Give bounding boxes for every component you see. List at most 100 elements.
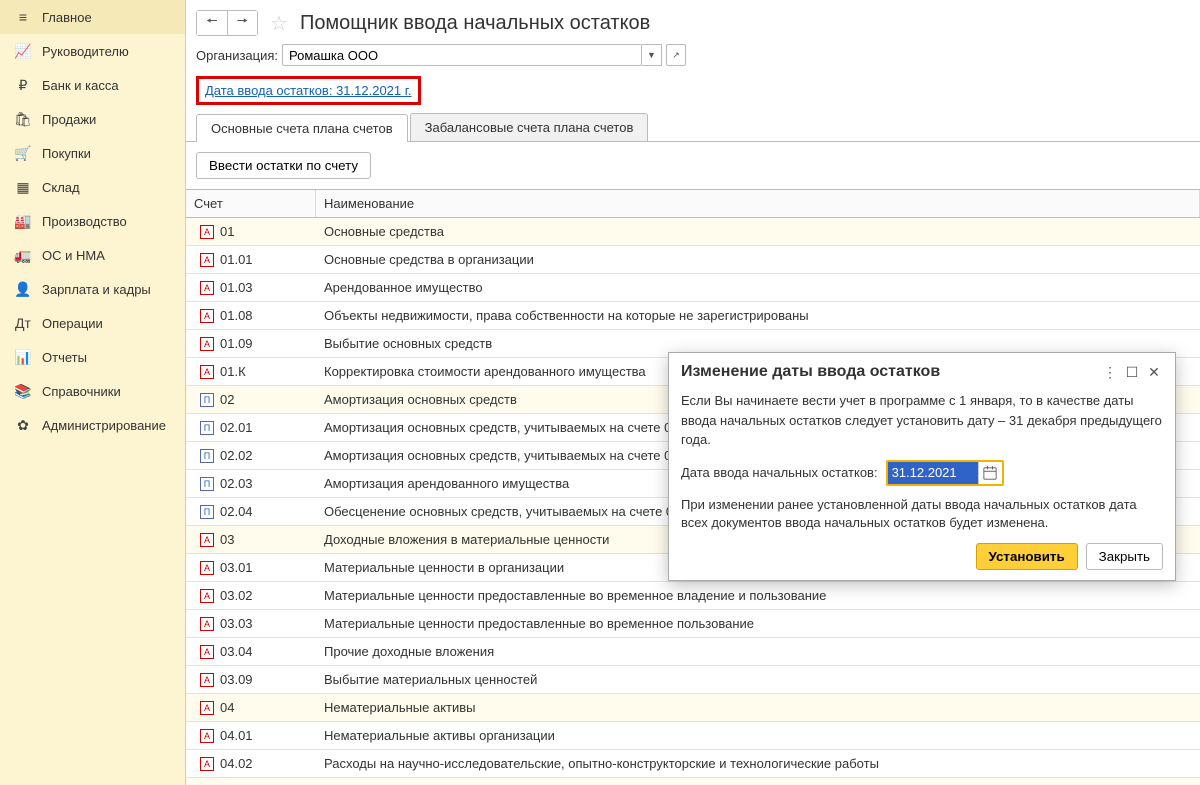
account-name: Нематериальные активы организации xyxy=(316,728,1200,743)
person-icon: 👤 xyxy=(14,281,32,297)
forward-button[interactable]: 🠖 xyxy=(227,11,257,35)
dialog-more-icon[interactable]: ⋮ xyxy=(1099,361,1121,383)
account-type-icon: А xyxy=(200,561,214,575)
sidebar-item-3[interactable]: 🛍 Продажи xyxy=(0,102,185,136)
chart-icon: 📈 xyxy=(14,43,32,59)
organization-open-button[interactable]: ↗ xyxy=(666,44,686,66)
nav-buttons: 🠔 🠖 xyxy=(196,10,258,36)
tab-0[interactable]: Основные счета плана счетов xyxy=(196,114,408,142)
sidebar-item-6[interactable]: 🏭Производство xyxy=(0,204,185,238)
back-button[interactable]: 🠔 xyxy=(197,11,227,35)
header-account[interactable]: Счет xyxy=(186,190,316,217)
organization-dropdown-button[interactable]: ▼ xyxy=(642,44,662,66)
menu-icon: ≡ xyxy=(14,9,32,25)
account-type-icon: П xyxy=(200,505,214,519)
table-row[interactable]: А04.01Нематериальные активы организации xyxy=(186,722,1200,750)
sidebar-item-12[interactable]: ✿Администрирование xyxy=(0,408,185,442)
enter-balances-button[interactable]: Ввести остатки по счету xyxy=(196,152,371,179)
sidebar-item-1[interactable]: 📈 Руководителю xyxy=(0,34,185,68)
table-row[interactable]: А03.03Материальные ценности предоставлен… xyxy=(186,610,1200,638)
sidebar-item-2[interactable]: ₽Банк и касса xyxy=(0,68,185,102)
account-cell: А04.02 xyxy=(186,756,316,771)
account-cell: П02 xyxy=(186,392,316,407)
account-number: 04 xyxy=(220,700,234,715)
account-cell: А01.03 xyxy=(186,280,316,295)
table-row[interactable]: А01.01Основные средства в организации xyxy=(186,246,1200,274)
table-row[interactable]: А01.08Объекты недвижимости, права собств… xyxy=(186,302,1200,330)
account-cell: П02.01 xyxy=(186,420,316,435)
sidebar-item-9[interactable]: ДтОперации xyxy=(0,306,185,340)
close-button[interactable]: Закрыть xyxy=(1086,543,1163,570)
sidebar-item-label: Руководителю xyxy=(42,44,129,59)
table-row[interactable]: А03.09Выбытие материальных ценностей xyxy=(186,666,1200,694)
account-type-icon: А xyxy=(200,533,214,547)
sidebar-item-4[interactable]: 🛒Покупки xyxy=(0,136,185,170)
sidebar-item-11[interactable]: 📚 Справочники xyxy=(0,374,185,408)
sidebar-item-label: Производство xyxy=(42,214,127,229)
account-cell: П 02.04 xyxy=(186,504,316,519)
sidebar-item-label: Продажи xyxy=(42,112,96,127)
table-row[interactable]: А01.03Арендованное имущество xyxy=(186,274,1200,302)
account-name: Выбытие материальных ценностей xyxy=(316,672,1200,687)
account-number: 04.02 xyxy=(220,756,253,771)
book-icon: 📚 xyxy=(14,383,32,399)
date-entry-link[interactable]: Дата ввода остатков: 31.12.2021 г. xyxy=(196,76,421,105)
table-row[interactable]: А04.02Расходы на научно-исследовательски… xyxy=(186,750,1200,778)
sidebar-item-7[interactable]: 🚛 ОС и НМА xyxy=(0,238,185,272)
set-button[interactable]: Установить xyxy=(976,543,1078,570)
sidebar-item-label: Справочники xyxy=(42,384,121,399)
account-name: Прочие доходные вложения xyxy=(316,644,1200,659)
account-cell: П02.02 xyxy=(186,448,316,463)
dialog-close-icon[interactable]: ✕ xyxy=(1143,361,1165,383)
account-cell: А04 xyxy=(186,700,316,715)
sidebar-item-10[interactable]: 📊Отчеты xyxy=(0,340,185,374)
account-number: 03.03 xyxy=(220,616,253,631)
account-type-icon: А xyxy=(200,253,214,267)
account-type-icon: А xyxy=(200,365,214,379)
sidebar-item-label: Зарплата и кадры xyxy=(42,282,151,297)
account-number: 01.08 xyxy=(220,308,253,323)
table-row[interactable]: П05Амортизация нематериальных активов xyxy=(186,778,1200,785)
dialog-title-bar: Изменение даты ввода остатков ⋮ ☐ ✕ xyxy=(669,353,1175,387)
date-link-wrap: Дата ввода остатков: 31.12.2021 г. xyxy=(186,74,1200,113)
table-row[interactable]: А03.04Прочие доходные вложения xyxy=(186,638,1200,666)
account-cell: А04.01 xyxy=(186,728,316,743)
account-cell: А03.04 xyxy=(186,644,316,659)
account-number: 02.02 xyxy=(220,448,253,463)
tab-1[interactable]: Забалансовые счета плана счетов xyxy=(410,113,649,141)
ruble-icon: ₽ xyxy=(14,77,32,93)
account-cell: А 01.08 xyxy=(186,308,316,323)
calendar-icon[interactable] xyxy=(978,462,1002,484)
account-cell: А01.09 xyxy=(186,336,316,351)
dialog-body: Если Вы начинаете вести учет в программе… xyxy=(669,387,1175,580)
table-row[interactable]: А03.02Материальные ценности предоставлен… xyxy=(186,582,1200,610)
sidebar-item-5[interactable]: ▦Склад xyxy=(0,170,185,204)
tabs: Основные счета плана счетовЗабалансовые … xyxy=(186,113,1200,142)
account-type-icon: А xyxy=(200,309,214,323)
bag-icon: 🛍 xyxy=(14,111,32,127)
table-row[interactable]: А04Нематериальные активы xyxy=(186,694,1200,722)
account-name: Основные средства в организации xyxy=(316,252,1200,267)
organization-input[interactable] xyxy=(282,44,642,66)
account-type-icon: П xyxy=(200,477,214,491)
account-name: Материальные ценности предоставленные во… xyxy=(316,616,1200,631)
sidebar-item-8[interactable]: 👤 Зарплата и кадры xyxy=(0,272,185,306)
account-type-icon: А xyxy=(200,673,214,687)
organization-label: Организация: xyxy=(196,48,276,63)
sidebar-item-0[interactable]: ≡Главное xyxy=(0,0,185,34)
header-name[interactable]: Наименование xyxy=(316,190,1200,217)
account-cell: А03.02 xyxy=(186,588,316,603)
account-number: 02.04 xyxy=(220,504,253,519)
sidebar-item-label: ОС и НМА xyxy=(42,248,105,263)
date-input[interactable] xyxy=(888,462,978,484)
sidebar-item-label: Администрирование xyxy=(42,418,166,433)
account-cell: А03.03 xyxy=(186,616,316,631)
account-name: Материальные ценности предоставленные во… xyxy=(316,588,1200,603)
truck-icon: 🚛 xyxy=(14,247,32,263)
account-cell: П02.03 xyxy=(186,476,316,491)
account-number: 01 xyxy=(220,224,234,239)
dialog-maximize-icon[interactable]: ☐ xyxy=(1121,361,1143,383)
account-type-icon: А xyxy=(200,729,214,743)
table-row[interactable]: А01Основные средства xyxy=(186,218,1200,246)
favorite-star-icon[interactable]: ☆ xyxy=(266,11,292,36)
